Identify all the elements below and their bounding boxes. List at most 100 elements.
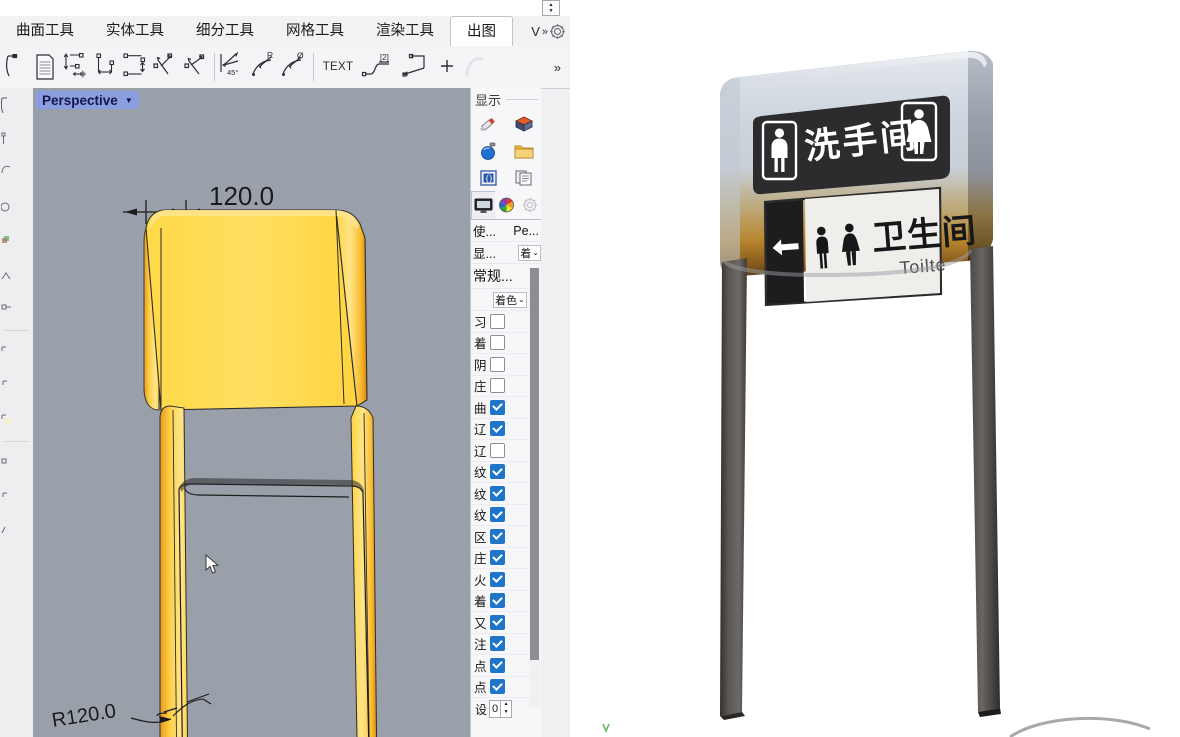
checkbox-14[interactable]: [490, 614, 505, 630]
rail-icon-9[interactable]: [0, 369, 33, 403]
material-icon[interactable]: [506, 110, 541, 137]
clipboard-icon[interactable]: [506, 164, 541, 191]
viewport-model-render: 120.0 R120.0: [50, 181, 378, 737]
checkbox-5[interactable]: [490, 421, 505, 437]
header-divider: [506, 98, 538, 100]
radius-dimension-tool-icon[interactable]: R: [249, 48, 279, 86]
tab-overflow-chevron-icon[interactable]: »: [542, 26, 548, 38]
checkbox-6[interactable]: [490, 442, 505, 458]
rail-icon-10[interactable]: [0, 403, 33, 437]
display-mode-row[interactable]: 显... 着 ⌄: [471, 242, 541, 264]
folder-icon[interactable]: [506, 137, 541, 164]
rail-icon-2[interactable]: [0, 122, 33, 156]
checkbox-12[interactable]: [490, 571, 505, 587]
text-tool-icon[interactable]: TEXT: [318, 48, 358, 86]
checkbox-3[interactable]: [490, 378, 505, 394]
checkbox-label: 纹: [474, 509, 487, 524]
aligned-dimension-tool-icon[interactable]: [120, 48, 150, 86]
tab-overflow-label[interactable]: V: [531, 24, 540, 39]
tab-subd-tools[interactable]: 细分工具: [180, 17, 270, 46]
checkbox-9[interactable]: [490, 507, 505, 523]
environment-sphere-icon[interactable]: [471, 137, 506, 164]
settings-gear-icon[interactable]: [518, 191, 541, 218]
tab-surface-tools[interactable]: 曲面工具: [0, 17, 90, 46]
svg-text:[2]: [2]: [380, 53, 389, 62]
perspective-viewport[interactable]: 120.0 R120.0 Perspective ▼: [33, 88, 470, 737]
leader-note-tool-icon[interactable]: [2]: [358, 48, 398, 86]
rail-icon-1[interactable]: [0, 88, 33, 122]
page-layout-tool-icon[interactable]: [30, 48, 60, 86]
ground-arc: [1009, 716, 1151, 737]
tab-render-tools[interactable]: 渲染工具: [360, 17, 450, 46]
stepper-down-icon[interactable]: ▼: [501, 709, 511, 717]
diameter-dimension-tool-icon[interactable]: Ø: [279, 48, 309, 86]
checkbox-8[interactable]: [490, 485, 505, 501]
rail-icon-8[interactable]: [0, 335, 33, 369]
angle-dimension-tool-icon[interactable]: [150, 48, 180, 86]
checkbox-16[interactable]: [490, 657, 505, 673]
stepper-up-icon[interactable]: ▲: [501, 701, 511, 709]
display-monitor-icon[interactable]: [471, 191, 495, 219]
toolbar-overflow-chevron-icon[interactable]: »: [554, 60, 570, 75]
numeric-stepper[interactable]: 0 ▲ ▼: [489, 700, 513, 718]
tab-drafting[interactable]: 出图: [450, 16, 513, 47]
text-tool-label: TEXT: [322, 61, 354, 73]
properties-panel-header: 显示: [471, 88, 541, 110]
viewport-label-text: Perspective: [42, 92, 118, 108]
checkbox-11[interactable]: [490, 550, 505, 566]
display-mode-combo[interactable]: 着 ⌄: [518, 244, 541, 261]
angle-45-dimension-tool-icon[interactable]: 45°: [219, 48, 249, 86]
svg-text:45°: 45°: [227, 68, 238, 77]
rail-icon-7[interactable]: [0, 292, 33, 326]
checkbox-7[interactable]: [490, 464, 505, 480]
checkbox-2[interactable]: [490, 356, 505, 372]
svg-text:(): (): [486, 173, 492, 183]
rail-icon-12[interactable]: [0, 480, 33, 514]
left-post: [720, 258, 747, 716]
rail-icon-13[interactable]: [0, 514, 33, 548]
rail-icon-4[interactable]: [0, 190, 33, 224]
rotated-dimension-tool-icon[interactable]: [180, 48, 210, 86]
viewport-label[interactable]: Perspective ▼: [36, 91, 139, 109]
gear-icon[interactable]: [549, 23, 566, 40]
ribbon-tab-bar: 曲面工具 实体工具 细分工具 网格工具 渲染工具 出图 V »: [0, 16, 570, 47]
callout-tool-icon[interactable]: [398, 48, 432, 86]
checkbox-13[interactable]: [490, 593, 505, 609]
checkbox-15[interactable]: [490, 636, 505, 652]
checkbox-10[interactable]: [490, 528, 505, 544]
checkbox-label: 着: [474, 595, 487, 610]
sign-panel-left-edge: [720, 78, 740, 277]
base-wireframe: [156, 707, 178, 717]
properties-panel-title: 显示: [475, 92, 502, 108]
scrollbar-thumb[interactable]: [530, 268, 539, 660]
spinner-down-icon: ▼: [548, 8, 554, 14]
rail-icon-6[interactable]: [0, 258, 33, 292]
leader-tool-icon[interactable]: [0, 48, 30, 86]
tab-mesh-tools[interactable]: 网格工具: [270, 17, 360, 46]
center-mark-tool-icon[interactable]: [432, 48, 462, 86]
use-display-mode-row[interactable]: 使... Pe...: [471, 220, 541, 242]
checkbox-4[interactable]: [490, 399, 505, 415]
rail-icon-3[interactable]: [0, 156, 33, 190]
use-display-mode-value: Pe...: [513, 223, 539, 238]
arrow-block: [766, 200, 804, 304]
checkbox-1[interactable]: [490, 335, 505, 351]
notes-icon[interactable]: (): [471, 164, 506, 191]
tab-solid-tools[interactable]: 实体工具: [90, 17, 180, 46]
shading-mode-combo[interactable]: 着色 ⌄: [493, 291, 527, 308]
axis-marker: [602, 723, 610, 734]
checkbox-0[interactable]: [490, 313, 505, 329]
horizontal-dimension-tool-icon[interactable]: [90, 48, 120, 86]
chevron-down-icon[interactable]: ▼: [125, 96, 133, 105]
render-brush-icon[interactable]: [471, 110, 506, 137]
checkbox-17[interactable]: [490, 679, 505, 695]
rail-icon-5[interactable]: [0, 224, 33, 258]
display-mode-label: 显...: [473, 247, 496, 261]
rail-icon-11[interactable]: [0, 446, 33, 480]
properties-scrollbar[interactable]: [529, 268, 540, 708]
stepper-arrows[interactable]: ▲ ▼: [500, 701, 511, 717]
color-wheel-icon[interactable]: [495, 191, 518, 218]
vertical-dimension-tool-icon[interactable]: [60, 48, 90, 86]
render-preview-pane: 洗手间 卫生间 Toilte: [570, 0, 1180, 737]
panel-spinner[interactable]: ▲ ▼: [542, 0, 560, 16]
